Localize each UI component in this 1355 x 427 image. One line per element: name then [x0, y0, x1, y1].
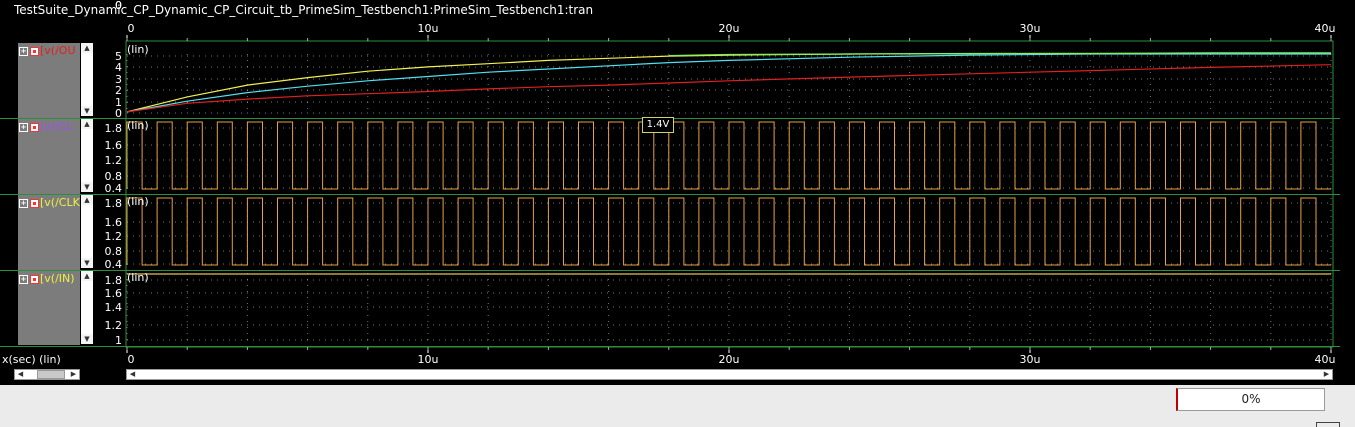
- scroll-left-icon[interactable]: ◀: [15, 370, 26, 379]
- trace-label-out[interactable]: + [v(/OU: [19, 44, 81, 58]
- scroll-left-icon[interactable]: ◀: [127, 370, 138, 379]
- x-axis-label: x(sec) (lin): [2, 353, 61, 366]
- scroll-down-icon[interactable]: ▼: [81, 334, 93, 344]
- out-series-line: [126, 53, 1331, 113]
- y-tick-label: 0.4: [104, 258, 123, 271]
- panel-divider[interactable]: [0, 270, 1340, 271]
- label-h-scrollbar[interactable]: ◀ ▶: [14, 369, 80, 380]
- time-h-scrollbar[interactable]: ◀ ▶: [126, 369, 1333, 380]
- marker-label[interactable]: 1.4V: [642, 117, 674, 133]
- trace-label-clk1[interactable]: + [v(/CL: [19, 120, 81, 134]
- scroll-up-icon[interactable]: ▲: [81, 195, 93, 205]
- y-tick-label: 2: [115, 84, 122, 97]
- clock-waveform: [126, 197, 1331, 266]
- scale-tag: (lin): [127, 43, 149, 56]
- waveform-plot[interactable]: [0, 0, 1355, 385]
- expand-icon[interactable]: +: [19, 198, 28, 208]
- y-tick-label: 1.6: [104, 216, 123, 229]
- expand-icon[interactable]: +: [19, 274, 28, 284]
- x-tick-label: 10u: [417, 22, 439, 35]
- clock-waveform: [126, 121, 1331, 190]
- y-tick-label: 1.6: [104, 287, 123, 300]
- panel-v-scrollbar[interactable]: ▲ ▼: [81, 195, 93, 268]
- x-tick-label: 0: [127, 22, 135, 35]
- x-tick-label: 30u: [1019, 353, 1041, 366]
- y-tick-label: 0.4: [104, 182, 123, 195]
- expand-icon[interactable]: +: [19, 46, 28, 56]
- out-series-line: [126, 52, 1331, 113]
- y-tick-label: 1: [115, 334, 122, 347]
- scroll-up-icon[interactable]: ▲: [81, 119, 93, 129]
- y-tick-label: 1.6: [104, 139, 123, 152]
- trace-label-in[interactable]: + [v(/IN): [19, 272, 81, 286]
- visibility-toggle-icon[interactable]: [30, 46, 39, 56]
- x-tick-label: 20u: [718, 22, 740, 35]
- y-tick-label: 1.2: [104, 154, 123, 167]
- y-tick-label: 0: [115, 107, 122, 120]
- panel-divider[interactable]: [0, 346, 1340, 347]
- trace-name: [v(/CL: [40, 120, 73, 133]
- scroll-right-icon[interactable]: ▶: [1321, 370, 1332, 379]
- panel-v-scrollbar[interactable]: ▲ ▼: [81, 43, 93, 116]
- y-tick-label: 1.8: [104, 122, 123, 135]
- trace-name: [v(/OU: [40, 44, 76, 57]
- x-tick-label: 40u: [1314, 22, 1336, 35]
- scroll-right-icon[interactable]: ▶: [68, 370, 79, 379]
- scale-tag: (lin): [127, 195, 149, 208]
- progress-bar: 0%: [1176, 388, 1325, 411]
- scroll-down-icon[interactable]: ▼: [81, 258, 93, 268]
- x-tick-label: 40u: [1314, 353, 1336, 366]
- y-tick-label: 0.8: [104, 245, 123, 258]
- scroll-up-icon[interactable]: ▲: [81, 271, 93, 281]
- x-tick-label: 30u: [1019, 22, 1041, 35]
- y-tick-label: 0: [115, 0, 122, 12]
- x-tick-label: 20u: [718, 353, 740, 366]
- trace-name: [v(/IN): [40, 272, 75, 285]
- trace-name: [v(/CLK: [40, 196, 80, 209]
- x-tick-label: 0: [127, 353, 135, 366]
- scroll-up-icon[interactable]: ▲: [81, 43, 93, 53]
- y-tick-label: 1.2: [104, 230, 123, 243]
- y-tick-label: 1.8: [104, 274, 123, 287]
- scale-tag: (lin): [127, 119, 149, 132]
- waveform-viewer: TestSuite_Dynamic_CP_Dynamic_CP_Circuit_…: [0, 0, 1355, 385]
- panel-v-scrollbar[interactable]: ▲ ▼: [81, 119, 93, 192]
- scale-tag: (lin): [127, 271, 149, 284]
- trace-label-clk2[interactable]: + [v(/CLK: [19, 196, 81, 210]
- visibility-toggle-icon[interactable]: [30, 122, 39, 132]
- y-tick-label: 0.8: [104, 170, 123, 183]
- y-tick-label: 4: [115, 61, 122, 74]
- y-tick-label: 1.2: [104, 319, 123, 332]
- visibility-toggle-icon[interactable]: [30, 198, 39, 208]
- scrollbar-thumb[interactable]: [37, 370, 65, 379]
- scroll-down-icon[interactable]: ▼: [81, 106, 93, 116]
- x-tick-label: 10u: [417, 353, 439, 366]
- panel-divider[interactable]: [0, 194, 1340, 195]
- panel-v-scrollbar[interactable]: ▲ ▼: [81, 271, 93, 344]
- scroll-down-icon[interactable]: ▼: [81, 182, 93, 192]
- out-series-line: [126, 64, 1332, 113]
- y-tick-label: 1.8: [104, 197, 123, 210]
- expand-icon[interactable]: +: [19, 122, 28, 132]
- resize-grip[interactable]: [1316, 422, 1340, 427]
- y-tick-label: 1.4: [104, 301, 123, 314]
- visibility-toggle-icon[interactable]: [30, 274, 39, 284]
